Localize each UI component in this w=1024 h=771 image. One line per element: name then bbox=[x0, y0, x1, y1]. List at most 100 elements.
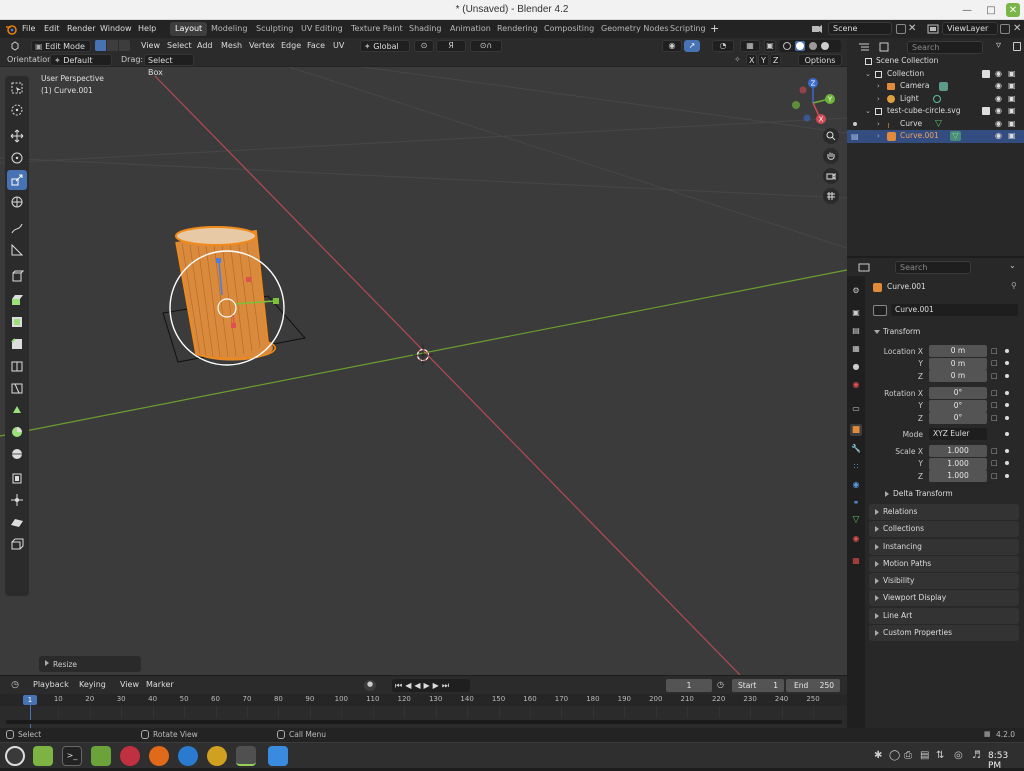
tab-layout[interactable]: Layout bbox=[170, 22, 208, 36]
poly-build-tool-icon[interactable] bbox=[7, 400, 27, 420]
rip-tool-icon[interactable] bbox=[7, 534, 27, 554]
ortho-grid-icon[interactable] bbox=[823, 188, 839, 204]
orientation-dropdown[interactable]: ✦ Default bbox=[50, 54, 112, 66]
material-shading-icon[interactable] bbox=[809, 42, 817, 50]
menu-timeline-view[interactable]: View bbox=[117, 679, 142, 691]
keyframe-dot[interactable] bbox=[1005, 474, 1009, 478]
playhead-line[interactable] bbox=[30, 704, 31, 728]
cursor-tool-icon[interactable] bbox=[7, 100, 27, 120]
expand-chevron-icon[interactable]: ⌄ bbox=[865, 105, 871, 118]
physics-tab-icon[interactable]: ◉ bbox=[850, 478, 862, 490]
lock-icon[interactable]: □ bbox=[991, 372, 998, 380]
scale-z-field[interactable]: 1.000 bbox=[929, 470, 987, 482]
transform-orientation-dropdown[interactable]: ✦ Global bbox=[360, 40, 410, 52]
play-reverse-icon[interactable]: ◀ bbox=[414, 681, 423, 690]
section-instancing[interactable]: Instancing bbox=[869, 539, 1019, 555]
menu-add[interactable]: Add bbox=[194, 40, 216, 52]
location-x-field[interactable]: 0 m bbox=[929, 345, 987, 357]
datablock-icon[interactable] bbox=[873, 305, 887, 316]
lock-icon[interactable]: □ bbox=[991, 347, 998, 355]
editor-type-icon[interactable] bbox=[6, 40, 24, 52]
maximize-button[interactable]: □ bbox=[984, 3, 998, 17]
properties-search-input[interactable]: Search bbox=[895, 261, 971, 274]
smooth-tool-icon[interactable] bbox=[7, 444, 27, 464]
eye-icon[interactable]: ◉ bbox=[995, 68, 1002, 81]
world-tab-icon[interactable]: ◉ bbox=[850, 378, 862, 390]
end-frame-field[interactable]: End 250 bbox=[786, 679, 840, 692]
viewlayer-icon[interactable] bbox=[926, 23, 940, 35]
object-tab-icon[interactable]: ■ bbox=[850, 424, 862, 436]
menu-window[interactable]: Window bbox=[100, 24, 132, 33]
overlays-icon[interactable]: ◔ bbox=[712, 40, 734, 52]
start-menu-icon[interactable] bbox=[5, 746, 25, 766]
eye-icon[interactable]: ◉ bbox=[995, 105, 1002, 118]
annotate-tool-icon[interactable] bbox=[7, 218, 27, 238]
scale-tool-icon[interactable] bbox=[7, 170, 27, 190]
camera-render-icon[interactable]: ▣ bbox=[1008, 118, 1016, 131]
keyframe-dot[interactable] bbox=[1005, 349, 1009, 353]
tool-tab-icon[interactable]: ⚙ bbox=[850, 284, 862, 296]
collection-tab-icon[interactable]: ▭ bbox=[850, 402, 862, 414]
shear-tool-icon[interactable] bbox=[7, 512, 27, 532]
datablock-name-field[interactable]: Curve.001 bbox=[891, 304, 1018, 316]
keyframe-dot[interactable] bbox=[1005, 416, 1009, 420]
folder-app-icon[interactable] bbox=[91, 746, 111, 766]
new-collection-icon[interactable] bbox=[1013, 42, 1021, 51]
keyframe-dot[interactable] bbox=[1005, 391, 1009, 395]
prev-keyframe-icon[interactable]: ◀ bbox=[405, 681, 414, 690]
particles-tab-icon[interactable]: ∷ bbox=[850, 460, 862, 472]
shield-icon[interactable]: ◯ bbox=[889, 750, 900, 761]
network-icon[interactable]: ⇅ bbox=[936, 750, 944, 761]
menu-vertex[interactable]: Vertex bbox=[246, 40, 278, 52]
expand-chevron-icon[interactable]: › bbox=[877, 80, 880, 93]
eye-icon[interactable]: ◉ bbox=[995, 93, 1002, 106]
close-button[interactable]: ✕ bbox=[1006, 3, 1020, 17]
viewlayer-name-field[interactable]: ViewLayer bbox=[942, 22, 998, 35]
browser-app-icon[interactable] bbox=[178, 746, 198, 766]
timeline-track[interactable]: 10 20 30 40 50 60 70 80 90 100 110 120 130 140 150 160 1… bbox=[0, 694, 847, 728]
paint-app-icon[interactable] bbox=[207, 746, 227, 766]
navigation-gizmo[interactable]: Z Y X bbox=[784, 74, 840, 130]
scene-delete-icon[interactable]: ✕ bbox=[908, 23, 916, 34]
move-tool-icon[interactable] bbox=[7, 126, 27, 146]
constraints-tab-icon[interactable]: ⚭ bbox=[850, 496, 862, 508]
tab-shading[interactable]: Shading bbox=[404, 22, 447, 36]
wifi-icon[interactable]: ◎ bbox=[954, 750, 963, 761]
viewlayer-copy-icon[interactable] bbox=[1000, 24, 1010, 34]
scene-icon[interactable] bbox=[810, 23, 824, 35]
vertex-select-button[interactable] bbox=[95, 40, 106, 51]
rotation-y-field[interactable]: 0° bbox=[929, 400, 987, 412]
section-viewport-display[interactable]: Viewport Display bbox=[869, 590, 1019, 606]
face-select-button[interactable] bbox=[119, 40, 130, 51]
render-tab-icon[interactable]: ▣ bbox=[850, 306, 862, 318]
drag-dropdown[interactable]: Select Box bbox=[144, 54, 194, 77]
eye-icon[interactable]: ◉ bbox=[995, 118, 1002, 131]
mesh-overlays-icon[interactable]: ▦ bbox=[740, 40, 760, 52]
tab-texture-paint[interactable]: Texture Paint bbox=[346, 22, 408, 36]
edit-mode-icon[interactable]: ▤ bbox=[851, 131, 859, 144]
material-tab-icon[interactable]: ◉ bbox=[850, 532, 862, 544]
files-app-icon[interactable] bbox=[33, 746, 53, 766]
play-icon[interactable]: ▶ bbox=[424, 681, 433, 690]
loop-cut-tool-icon[interactable] bbox=[7, 356, 27, 376]
minimize-button[interactable]: — bbox=[960, 3, 974, 17]
tab-sculpting[interactable]: Sculpting bbox=[251, 22, 298, 36]
screenshot-app-icon[interactable] bbox=[268, 746, 288, 766]
spin-tool-icon[interactable] bbox=[7, 422, 27, 442]
xray-icon[interactable]: ▣ bbox=[764, 40, 776, 52]
tab-uv-editing[interactable]: UV Editing bbox=[296, 22, 348, 36]
lock-icon[interactable]: □ bbox=[991, 459, 998, 467]
add-cube-tool-icon[interactable] bbox=[7, 266, 27, 286]
firefox-app-icon[interactable] bbox=[149, 746, 169, 766]
snap-icon[interactable]: Я bbox=[436, 40, 466, 52]
lock-icon[interactable]: □ bbox=[991, 359, 998, 367]
lock-icon[interactable]: □ bbox=[991, 414, 998, 422]
pin-icon[interactable]: ⚲ bbox=[1011, 281, 1017, 290]
expand-chevron-icon[interactable]: ⌄ bbox=[865, 68, 871, 81]
section-relations[interactable]: Relations bbox=[869, 504, 1019, 520]
menu-mesh[interactable]: Mesh bbox=[218, 40, 245, 52]
mode-dropdown[interactable]: ▣ Edit Mode bbox=[31, 40, 91, 52]
jump-end-icon[interactable]: ⏭ bbox=[442, 681, 452, 690]
texture-tab-icon[interactable]: ▦ bbox=[850, 554, 862, 566]
filter-icon[interactable]: ▿ bbox=[996, 40, 1001, 51]
